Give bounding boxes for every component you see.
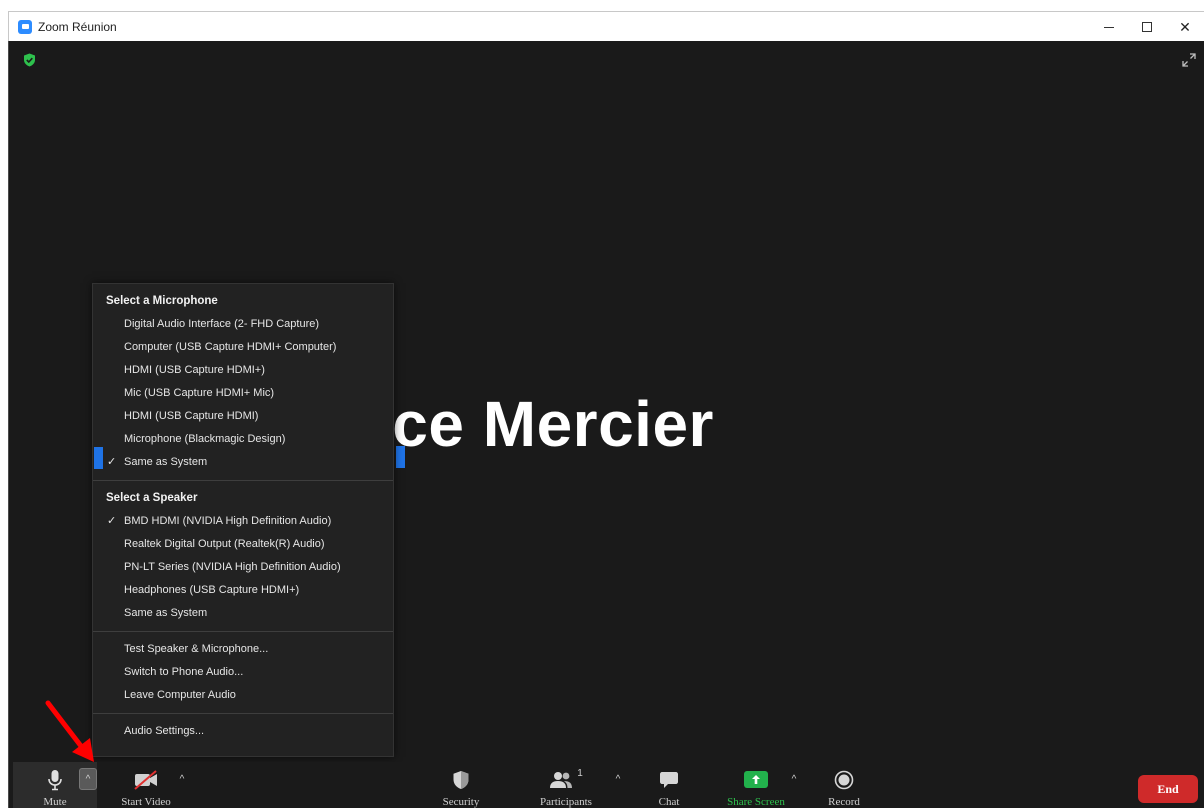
minimize-icon <box>1104 26 1114 28</box>
speaker-option-label: Headphones (USB Capture HDMI+) <box>124 584 300 596</box>
checkmark-icon: ✓ <box>107 456 117 468</box>
maximize-icon <box>1142 22 1152 32</box>
speaker-option-label: Realtek Digital Output (Realtek(R) Audio… <box>124 538 325 550</box>
security-button[interactable]: Security <box>433 762 489 808</box>
red-arrow-icon <box>44 700 100 769</box>
expand-icon[interactable] <box>1182 53 1196 72</box>
microphone-option-item[interactable]: ✓ Same as System <box>93 451 393 474</box>
audio-action-item[interactable]: Leave Computer Audio <box>93 684 393 707</box>
microphone-icon <box>47 767 63 792</box>
shield-icon <box>452 767 470 792</box>
microphone-option-label: Microphone (Blackmagic Design) <box>124 433 286 445</box>
chat-button[interactable]: Chat <box>651 762 687 808</box>
chat-bubble-icon <box>659 767 679 792</box>
microphone-option-item[interactable]: HDMI (USB Capture HDMI+) <box>93 359 393 382</box>
share-screen-label: Share Screen <box>727 796 785 808</box>
share-options-caret[interactable]: ^ <box>785 768 803 790</box>
participants-options-caret[interactable]: ^ <box>609 768 627 790</box>
close-icon: ✕ <box>1179 18 1191 35</box>
speaker-option-label: PN-LT Series (NVIDIA High Definition Aud… <box>124 561 341 573</box>
chevron-up-icon: ^ <box>615 773 621 785</box>
checkmark-icon: ✓ <box>107 515 117 527</box>
video-options-caret[interactable]: ^ <box>173 768 191 790</box>
speaker-section-header: Select a Speaker <box>106 492 198 504</box>
selection-accent-left <box>94 447 103 469</box>
microphone-option-item[interactable]: Digital Audio Interface (2- FHD Capture) <box>93 313 393 336</box>
start-video-button[interactable]: Start Video <box>113 762 179 808</box>
speaker-option-label: BMD HDMI (NVIDIA High Definition Audio) <box>124 515 332 527</box>
start-video-label: Start Video <box>121 796 171 808</box>
participants-button[interactable]: 1 Participants <box>531 762 601 808</box>
chevron-up-icon: ^ <box>179 773 185 785</box>
end-meeting-button[interactable]: End <box>1138 775 1198 803</box>
share-screen-icon-wrap <box>744 767 768 792</box>
share-screen-icon <box>744 771 768 788</box>
window-controls: ✕ <box>1090 12 1204 42</box>
microphone-option-item[interactable]: Computer (USB Capture HDMI+ Computer) <box>93 336 393 359</box>
close-button[interactable]: ✕ <box>1166 12 1204 42</box>
audio-action-list: Test Speaker & Microphone... Switch to Ph… <box>93 638 393 707</box>
microphone-option-item[interactable]: Mic (USB Capture HDMI+ Mic) <box>93 382 393 405</box>
maximize-button[interactable] <box>1128 12 1166 42</box>
chevron-up-icon: ^ <box>791 773 797 785</box>
audio-action-item[interactable]: Test Speaker & Microphone... <box>93 638 393 661</box>
speaker-option-item[interactable]: Same as System <box>93 602 393 625</box>
selection-accent-right <box>396 446 405 468</box>
microphone-option-label: HDMI (USB Capture HDMI) <box>124 410 259 422</box>
microphone-option-item[interactable]: Microphone (Blackmagic Design) <box>93 428 393 451</box>
minimize-button[interactable] <box>1090 12 1128 42</box>
speaker-option-item[interactable]: ✓ BMD HDMI (NVIDIA High Definition Audio) <box>93 510 393 533</box>
window-titlebar: Zoom Réunion ✕ <box>8 11 1204 41</box>
speaker-option-item[interactable]: Realtek Digital Output (Realtek(R) Audio… <box>93 533 393 556</box>
speaker-list: ✓ BMD HDMI (NVIDIA High Definition Audio)… <box>93 510 393 625</box>
audio-action-item[interactable]: Switch to Phone Audio... <box>93 661 393 684</box>
menu-divider <box>93 631 393 632</box>
audio-options-caret[interactable]: ^ <box>79 768 97 790</box>
speaker-option-item[interactable]: PN-LT Series (NVIDIA High Definition Aud… <box>93 556 393 579</box>
microphone-section-header: Select a Microphone <box>106 295 218 307</box>
video-off-icon <box>132 767 160 792</box>
share-screen-button[interactable]: Share Screen <box>719 762 793 808</box>
microphone-option-label: HDMI (USB Capture HDMI+) <box>124 364 265 376</box>
participants-count: 1 <box>577 768 583 779</box>
microphone-option-label: Same as System <box>124 456 208 468</box>
speaker-option-item[interactable]: Headphones (USB Capture HDMI+) <box>93 579 393 602</box>
chevron-up-icon: ^ <box>85 773 91 785</box>
microphone-option-label: Mic (USB Capture HDMI+ Mic) <box>124 387 275 399</box>
people-icon: 1 <box>549 767 583 792</box>
meeting-toolbar: Mute ^ Start Video ^ Security 1 Particip… <box>8 762 1204 808</box>
record-button[interactable]: Record <box>821 762 867 808</box>
zoom-app-icon <box>18 19 32 34</box>
chat-label: Chat <box>658 796 680 808</box>
audio-options-menu: Select a Microphone Digital Audio Interf… <box>92 283 394 757</box>
menu-divider <box>93 480 393 481</box>
record-icon <box>834 767 854 792</box>
record-label: Record <box>828 796 860 808</box>
microphone-option-label: Digital Audio Interface (2- FHD Capture) <box>124 318 320 330</box>
participants-label: Participants <box>540 796 592 808</box>
menu-divider <box>93 713 393 714</box>
microphone-option-label: Computer (USB Capture HDMI+ Computer) <box>124 341 337 353</box>
microphone-list: Digital Audio Interface (2- FHD Capture)… <box>93 313 393 474</box>
security-label: Security <box>442 796 480 808</box>
shield-check-icon[interactable] <box>23 53 36 72</box>
audio-settings-item[interactable]: Audio Settings... <box>93 720 393 743</box>
window-title: Zoom Réunion <box>38 19 117 34</box>
speaker-option-label: Same as System <box>124 607 208 619</box>
mute-label: Mute <box>43 796 67 808</box>
microphone-option-item[interactable]: HDMI (USB Capture HDMI) <box>93 405 393 428</box>
